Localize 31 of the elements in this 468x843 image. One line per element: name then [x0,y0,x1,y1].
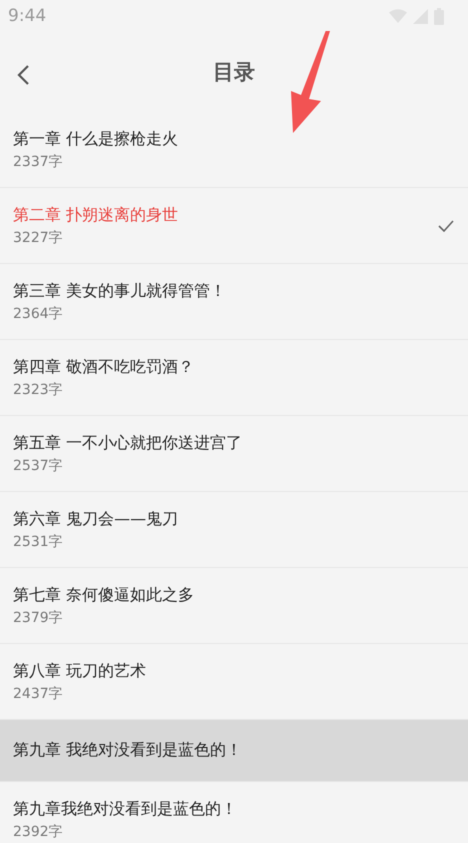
chevron-left-icon [16,64,30,86]
chapter-item[interactable]: 第三章 美女的事儿就得管管！ 2364字 [0,264,468,340]
chapter-title: 第九章我绝对没看到是蓝色的！ [13,798,237,820]
chapter-title: 第三章 美女的事儿就得管管！ [13,280,226,302]
chapter-title: 第五章 一不小心就把你送进宫了 [13,432,242,454]
chapter-title: 第八章 玩刀的艺术 [13,660,146,682]
check-icon [438,220,454,232]
word-count: 3227字 [13,228,64,246]
chapter-item[interactable]: 第九章 我绝对没看到是蓝色的！ [0,720,468,782]
word-count: 2379字 [13,608,64,626]
chapter-item[interactable]: 第二章 扑朔迷离的身世 3227字 [0,188,468,264]
word-count: 2323字 [13,380,64,398]
chapter-item[interactable]: 第六章 鬼刀会——鬼刀 2531字 [0,492,468,568]
chapter-title: 第四章 敬酒不吃吃罚酒？ [13,356,194,378]
word-count: 2437字 [13,684,64,702]
word-count: 2337字 [13,152,64,170]
page-title: 目录 [213,59,255,86]
word-count: 2537字 [13,456,64,474]
word-count: 2364字 [13,304,64,322]
chapter-title: 第六章 鬼刀会——鬼刀 [13,508,178,530]
chapter-item[interactable]: 第五章 一不小心就把你送进宫了 2537字 [0,416,468,492]
chapter-title: 第七章 奈何傻逼如此之多 [13,584,194,606]
chapter-item[interactable]: 第四章 敬酒不吃吃罚酒？ 2323字 [0,340,468,416]
chapter-item[interactable]: 第七章 奈何傻逼如此之多 2379字 [0,568,468,644]
chapter-title: 第九章 我绝对没看到是蓝色的！ [13,740,242,761]
word-count: 2392字 [13,822,64,840]
word-count: 2531字 [13,532,64,550]
chapter-item[interactable]: 第九章我绝对没看到是蓝色的！ 2392字 [0,782,468,843]
chapter-title: 第一章 什么是擦枪走火 [13,128,178,150]
status-time: 9:44 [8,6,46,26]
chapter-title: 第二章 扑朔迷离的身世 [13,204,178,226]
